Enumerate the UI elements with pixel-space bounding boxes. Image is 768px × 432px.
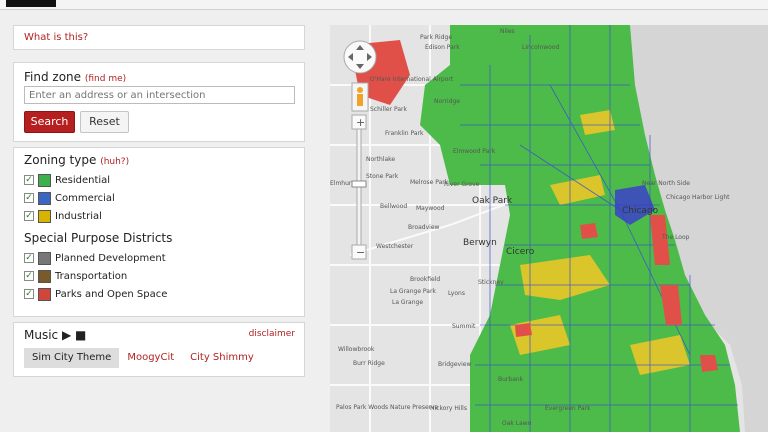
- parks-label: Parks and Open Space: [55, 288, 168, 300]
- map-label-edison-park: Edison Park: [425, 44, 460, 51]
- transportation-label: Transportation: [55, 270, 128, 282]
- zoning-type-heading: Zoning type (huh?): [24, 153, 294, 167]
- map-label-lyons: Lyons: [448, 290, 465, 297]
- map-label-niles: Niles: [500, 28, 515, 35]
- site-logo[interactable]: [6, 0, 56, 7]
- map-label-chicago-harbor: Chicago Harbor Light: [666, 194, 730, 201]
- zone-row-residential[interactable]: ✓ Residential: [24, 171, 294, 189]
- what-is-this-panel: What is this?: [13, 25, 305, 50]
- map-label-la-grange: La Grange: [392, 299, 423, 306]
- residential-label: Residential: [55, 174, 111, 186]
- residential-icon: [38, 173, 51, 187]
- special-districts-heading: Special Purpose Districts: [24, 231, 173, 245]
- zone-row-parks[interactable]: ✓ Parks and Open Space: [24, 285, 294, 303]
- music-tracks: Sim City Theme MoogyCit City Shimmy: [24, 348, 262, 368]
- planned-development-checkbox[interactable]: ✓: [24, 253, 34, 263]
- map-label-near-north-side: Near North Side: [642, 180, 690, 187]
- map-label-hickory-hills: Hickory Hills: [430, 405, 467, 412]
- reset-button[interactable]: Reset: [80, 111, 129, 133]
- transportation-icon: [38, 269, 51, 283]
- map-label-norridge: Norridge: [434, 98, 460, 105]
- zone-row-commercial[interactable]: ✓ Commercial: [24, 189, 294, 207]
- search-button[interactable]: Search: [24, 111, 75, 133]
- commercial-label: Commercial: [55, 192, 115, 204]
- map-label-the-loop: The Loop: [661, 234, 690, 241]
- map-label-evergreen-park: Evergreen Park: [545, 405, 591, 412]
- track-city-shimmy[interactable]: City Shimmy: [182, 348, 262, 368]
- what-is-this-link[interactable]: What is this?: [24, 32, 88, 43]
- track-moogycit[interactable]: MoogyCit: [119, 348, 182, 368]
- map-label-burbank: Burbank: [498, 376, 524, 383]
- map-label-burr-ridge: Burr Ridge: [353, 360, 385, 367]
- map-label-lincolnwood: Lincolnwood: [522, 44, 560, 51]
- map-label-la-grange-park: La Grange Park: [390, 288, 436, 295]
- map-label-westchester: Westchester: [376, 243, 414, 250]
- music-panel: Music ▶ ■ disclaimer Sim City Theme Moog…: [13, 322, 305, 377]
- street-view-pegman-icon[interactable]: [351, 82, 369, 112]
- planned-development-label: Planned Development: [55, 252, 166, 264]
- map-label-franklin-park: Franklin Park: [385, 130, 424, 137]
- planned-development-icon: [38, 251, 51, 265]
- top-bar: [0, 0, 768, 10]
- map-label-maywood: Maywood: [416, 205, 445, 212]
- map-label-ohare: O'Hare International Airport: [370, 76, 454, 83]
- music-title[interactable]: Music ▶ ■: [24, 328, 86, 342]
- map-label-berwyn: Berwyn: [463, 238, 497, 248]
- map-label-palos-park-woods: Palos Park Woods Nature Preserve: [336, 404, 439, 411]
- zoning-type-title: Zoning type: [24, 153, 97, 167]
- map-label-bridgeview: Bridgeview: [438, 361, 471, 368]
- map-label-bellwood: Bellwood: [380, 203, 407, 210]
- parks-icon: [38, 287, 51, 301]
- industrial-checkbox[interactable]: ✓: [24, 211, 34, 221]
- find-zone-panel: Find zone (find me) Search Reset: [13, 62, 305, 142]
- svg-text:−: −: [356, 246, 365, 259]
- map-canvas[interactable]: Niles Lincolnwood Edison Park Park Ridge…: [330, 25, 768, 432]
- map-label-chicago: Chicago: [622, 206, 659, 216]
- map-label-elmwood-park: Elmwood Park: [453, 148, 496, 155]
- address-search-input[interactable]: [24, 86, 295, 104]
- map-label-river-grove: River Grove: [444, 181, 480, 188]
- pan-control[interactable]: [343, 40, 377, 74]
- find-zone-title: Find zone: [24, 70, 82, 84]
- huh-link[interactable]: (huh?): [100, 157, 129, 167]
- map-label-cicero: Cicero: [506, 247, 535, 257]
- map-label-brookfield: Brookfield: [410, 276, 440, 283]
- disclaimer-link[interactable]: disclaimer: [249, 329, 295, 339]
- map-label-northlake: Northlake: [366, 156, 395, 163]
- track-sim-city-theme[interactable]: Sim City Theme: [24, 348, 120, 368]
- find-zone-heading: Find zone (find me): [24, 70, 294, 84]
- map-label-stickney: Stickney: [478, 279, 504, 286]
- commercial-icon: [38, 191, 51, 205]
- map-label-oak-park: Oak Park: [472, 196, 513, 206]
- residential-checkbox[interactable]: ✓: [24, 175, 34, 185]
- zoom-handle: [351, 180, 367, 188]
- zone-row-industrial[interactable]: ✓ Industrial: [24, 207, 294, 225]
- find-me-link[interactable]: (find me): [85, 74, 126, 84]
- industrial-icon: [38, 209, 51, 223]
- map-label-melrose-park: Melrose Park: [410, 179, 449, 186]
- zone-row-planned-development[interactable]: ✓ Planned Development: [24, 249, 294, 267]
- transportation-checkbox[interactable]: ✓: [24, 271, 34, 281]
- map-label-summit: Summit: [452, 323, 476, 330]
- zoning-map[interactable]: Niles Lincolnwood Edison Park Park Ridge…: [330, 25, 768, 432]
- map-label-oak-lawn: Oak Lawn: [502, 420, 532, 427]
- commercial-checkbox[interactable]: ✓: [24, 193, 34, 203]
- parks-checkbox[interactable]: ✓: [24, 289, 34, 299]
- map-label-park-ridge: Park Ridge: [420, 34, 452, 41]
- map-label-schiller-park: Schiller Park: [370, 106, 407, 113]
- map-label-stone-park: Stone Park: [366, 173, 399, 180]
- map-label-broadview: Broadview: [408, 224, 440, 231]
- svg-text:+: +: [356, 116, 365, 129]
- map-label-willowbrook: Willowbrook: [338, 346, 375, 353]
- industrial-label: Industrial: [55, 210, 102, 222]
- zone-row-transportation[interactable]: ✓ Transportation: [24, 267, 294, 285]
- zoning-type-panel: Zoning type (huh?) ✓ Residential ✓ Comme…: [13, 147, 305, 317]
